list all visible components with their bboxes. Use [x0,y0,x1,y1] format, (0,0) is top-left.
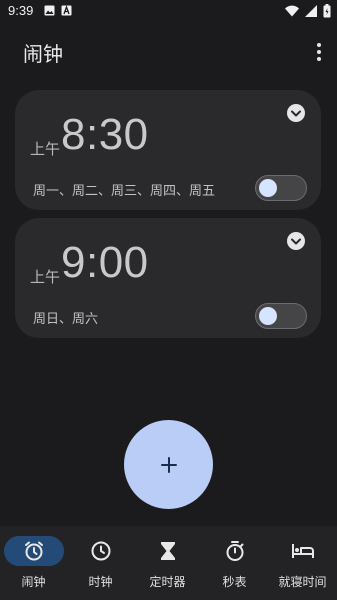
nav-item-stopwatch[interactable]: 秒表 [201,526,268,600]
alarm-days: 周一、周二、周三、周四、周五 [33,184,216,199]
alarm-time[interactable]: 9:00 [61,238,149,288]
menu-dot [317,43,321,47]
page-title: 闹钟 [23,42,63,66]
status-bar: 9:39 [0,0,337,24]
nav-label: 时钟 [88,575,113,589]
alarm-toggle[interactable] [255,175,307,201]
alarm-ampm: 上午 [30,140,61,158]
toggle-knob [259,306,277,325]
chevron-down-icon[interactable] [287,232,305,250]
alarm-card[interactable]: 上午 8:30 周一、周二、周三、周四、周五 [15,90,321,210]
bed-icon [291,544,314,558]
alarm-days: 周日、周六 [33,312,99,327]
stopwatch-icon [226,541,243,561]
battery-icon [323,4,331,18]
nav-label: 闹钟 [21,575,46,589]
more-vert-icon[interactable] [311,40,327,64]
status-icons-left [44,5,72,16]
alarm-ampm: 上午 [30,268,61,286]
nav-item-alarm[interactable]: 闹钟 [0,526,67,600]
nav-item-clock[interactable]: 时钟 [67,526,134,600]
alarm-card[interactable]: 上午 9:00 周日、周六 [15,218,321,338]
nav-indicator [205,536,265,566]
menu-dot [317,50,321,54]
menu-dot [317,57,321,61]
toggle-knob [259,178,277,197]
signal-icon [305,5,317,17]
wifi-icon [285,5,299,17]
nav-label: 秒表 [222,575,247,589]
clock-icon [91,541,110,561]
status-time: 9:39 [8,3,34,18]
add-alarm-button[interactable] [124,420,213,509]
alarm-toggle[interactable] [255,303,307,329]
nav-indicator [3,536,64,566]
nav-indicator [71,536,131,566]
plus-icon [160,456,177,473]
alarm-time[interactable]: 8:30 [61,110,149,160]
nav-indicator [138,536,198,566]
nav-indicator [273,536,333,566]
alarm-icon [24,541,43,561]
text-a-icon [61,5,72,16]
status-icons-right [285,4,331,18]
nav-label: 就寝时间 [278,575,327,589]
image-icon [44,5,55,16]
nav-item-bedtime[interactable]: 就寝时间 [268,526,337,600]
hourglass-icon [160,542,175,560]
nav-item-timer[interactable]: 定时器 [134,526,201,600]
chevron-down-icon[interactable] [287,104,305,122]
bottom-nav: 闹钟 时钟 定时器 秒表 就寝时间 [0,526,337,600]
nav-label: 定时器 [149,575,186,589]
alarm-screen: 9:39 闹钟 上午 8:30 周一、周二、周三、周四、周五 上午 9:00 周… [0,0,337,600]
